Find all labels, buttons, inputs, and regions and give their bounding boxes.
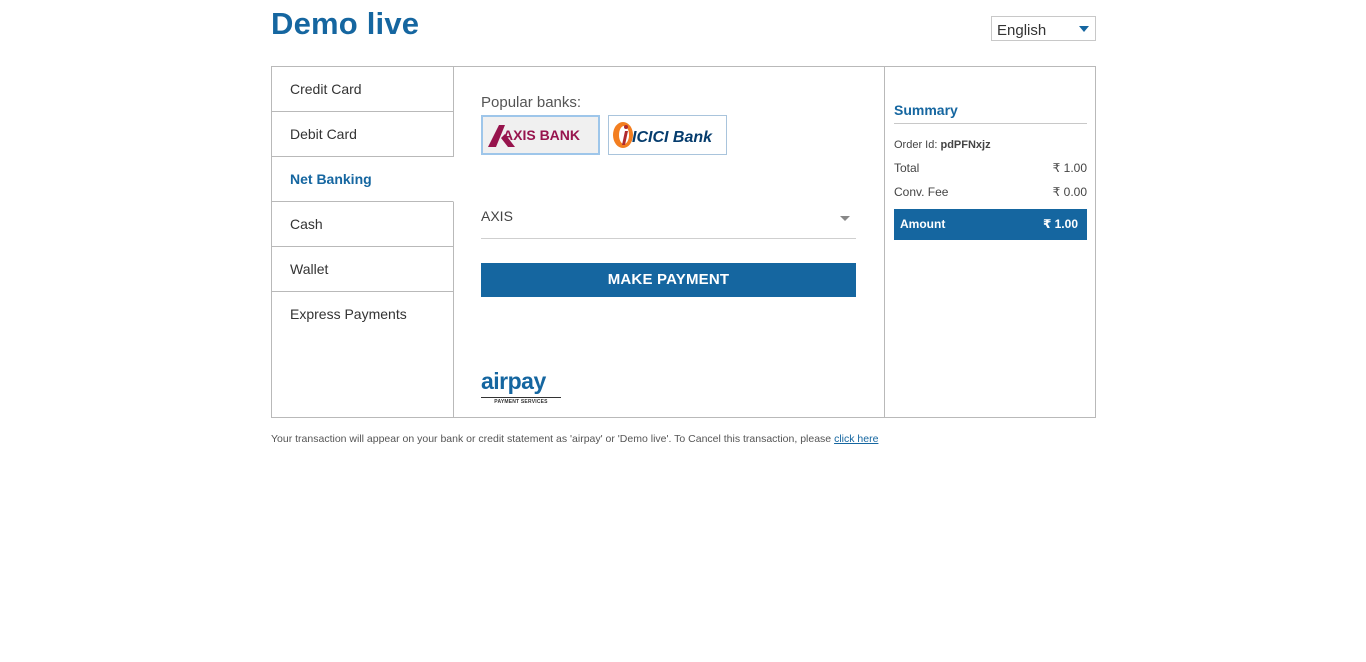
total-row: Total ₹ 1.00: [894, 161, 1087, 175]
tab-net-banking[interactable]: Net Banking: [272, 157, 454, 202]
order-id-value: pdPFNxjz: [940, 139, 991, 151]
axis-bank-logo: AXIS BANK: [488, 125, 580, 147]
chevron-down-icon: [840, 216, 850, 221]
axis-bank-logo-button[interactable]: AXIS BANK: [481, 115, 600, 155]
amount-bar: Amount ₹ 1.00: [894, 209, 1087, 240]
order-id-row: Order Id: pdPFNxjz: [894, 139, 991, 151]
airpay-logo: airpay PAYMENT SERVICES: [481, 369, 563, 409]
cancel-transaction-link[interactable]: click here: [834, 433, 878, 445]
tab-cash[interactable]: Cash: [272, 202, 453, 247]
popular-banks-label: Popular banks:: [481, 94, 582, 111]
total-label: Total: [894, 161, 920, 175]
payment-panel: Credit Card Debit Card Net Banking Cash …: [271, 66, 1096, 418]
payment-method-tabs: Credit Card Debit Card Net Banking Cash …: [272, 67, 454, 417]
amount-value: ₹ 1.00: [1042, 217, 1078, 231]
total-value: ₹ 1.00: [1052, 161, 1087, 175]
order-summary: Summary Order Id: pdPFNxjz Total ₹ 1.00 …: [884, 67, 1095, 417]
language-value: English: [997, 22, 1047, 39]
tab-wallet[interactable]: Wallet: [272, 247, 453, 292]
transaction-note-text: Your transaction will appear on your ban…: [271, 433, 832, 445]
language-select[interactable]: English: [991, 16, 1096, 41]
summary-title: Summary: [894, 102, 1087, 124]
order-id-label: Order Id:: [894, 139, 938, 151]
tab-express-payments[interactable]: Express Payments: [272, 292, 453, 337]
tab-credit-card[interactable]: Credit Card: [272, 67, 453, 112]
selected-bank-value: AXIS: [481, 208, 513, 224]
icici-bank-text: ICICI Bank: [632, 129, 713, 146]
amount-label: Amount: [900, 217, 946, 231]
airpay-logo-tagline: PAYMENT SERVICES: [481, 397, 561, 405]
tab-debit-card[interactable]: Debit Card: [272, 112, 453, 157]
icici-bank-logo: ICICI Bank: [613, 122, 713, 148]
net-banking-content: Popular banks: AXIS BANK ICICI Bank AXIS…: [454, 67, 884, 417]
transaction-note: Your transaction will appear on your ban…: [271, 433, 878, 445]
airpay-logo-word: airpay: [481, 368, 546, 394]
axis-bank-text: AXIS BANK: [503, 127, 580, 143]
merchant-title: Demo live: [271, 6, 420, 41]
bank-select[interactable]: AXIS: [481, 197, 856, 239]
conv-fee-label: Conv. Fee: [894, 185, 949, 199]
icici-bank-logo-button[interactable]: ICICI Bank: [608, 115, 727, 155]
conv-fee-value: ₹ 0.00: [1052, 185, 1087, 199]
chevron-down-icon: [1079, 26, 1089, 32]
conv-fee-row: Conv. Fee ₹ 0.00: [894, 185, 1087, 199]
make-payment-button[interactable]: MAKE PAYMENT: [481, 263, 856, 297]
